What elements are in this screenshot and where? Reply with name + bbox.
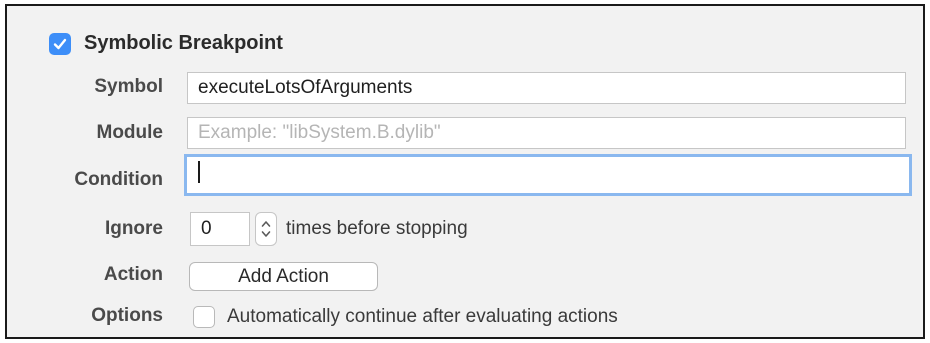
text-caret xyxy=(198,161,200,184)
symbolic-breakpoint-panel: Symbolic Breakpoint Symbol executeLotsOf… xyxy=(5,4,925,339)
condition-input[interactable] xyxy=(184,154,912,196)
module-label: Module xyxy=(96,122,164,143)
ignore-count-input[interactable]: 0 xyxy=(190,212,250,246)
symbol-label: Symbol xyxy=(94,76,163,97)
checkmark-icon xyxy=(53,38,67,49)
ignore-count-stepper[interactable] xyxy=(255,212,277,246)
breakpoint-header: Symbolic Breakpoint xyxy=(49,32,283,55)
ignore-label: Ignore xyxy=(104,218,163,239)
breakpoint-title: Symbolic Breakpoint xyxy=(84,32,283,54)
up-down-stepper-icon xyxy=(261,221,271,237)
add-action-button[interactable]: Add Action xyxy=(189,262,378,291)
breakpoint-enabled-checkbox[interactable] xyxy=(49,32,71,55)
options-label: Options xyxy=(91,305,163,326)
condition-label: Condition xyxy=(74,169,163,190)
auto-continue-label: Automatically continue after evaluating … xyxy=(227,306,618,327)
auto-continue-checkbox[interactable] xyxy=(193,306,215,328)
action-label: Action xyxy=(103,264,163,285)
auto-continue-option[interactable]: Automatically continue after evaluating … xyxy=(193,306,618,328)
symbol-input[interactable]: executeLotsOfArguments xyxy=(187,72,906,104)
ignore-suffix-text: times before stopping xyxy=(286,218,468,239)
module-input[interactable]: Example: "libSystem.B.dylib" xyxy=(187,117,906,149)
